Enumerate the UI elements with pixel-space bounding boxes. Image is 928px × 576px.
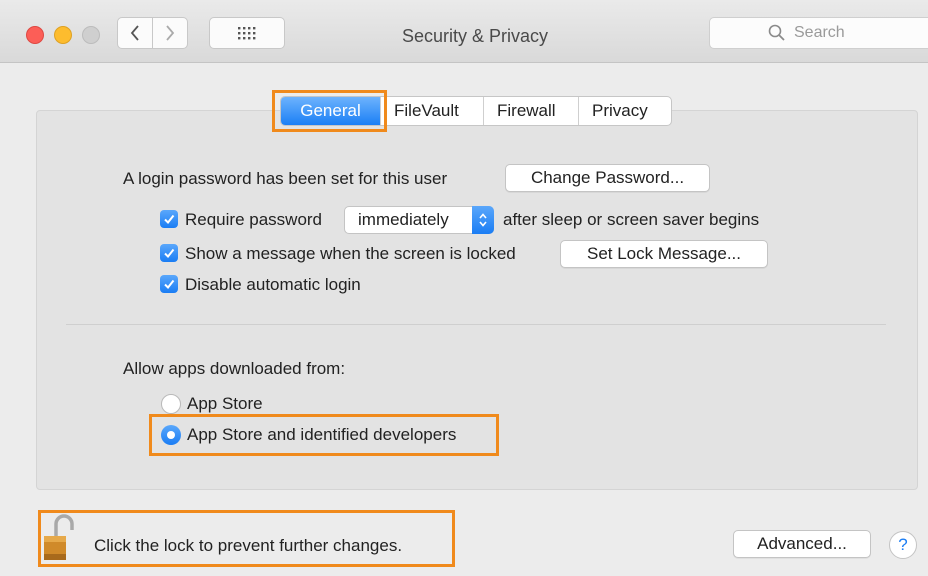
- allow-apps-heading: Allow apps downloaded from:: [123, 359, 346, 378]
- disable-auto-login-label: Disable automatic login: [185, 275, 361, 294]
- lock-highlight: [38, 510, 455, 567]
- general-tab-highlight: [272, 90, 387, 132]
- search-placeholder: Search: [794, 24, 845, 41]
- identified-developers-highlight: [149, 414, 499, 456]
- help-button[interactable]: ?: [889, 531, 917, 559]
- set-lock-message-button[interactable]: Set Lock Message...: [560, 240, 768, 268]
- grid-icon: [238, 27, 256, 40]
- window-title: Security & Privacy: [401, 26, 549, 46]
- show-message-checkbox[interactable]: [160, 244, 178, 262]
- tab-privacy[interactable]: Privacy: [578, 97, 671, 125]
- app-store-label: App Store: [187, 394, 263, 413]
- search-icon: [768, 24, 785, 41]
- zoom-window-button[interactable]: [82, 26, 100, 44]
- require-password-checkbox[interactable]: [160, 210, 178, 228]
- login-password-label: A login password has been set for this u…: [123, 169, 448, 188]
- tab-firewall[interactable]: Firewall: [483, 97, 578, 125]
- forward-button[interactable]: [152, 17, 188, 49]
- show-message-label: Show a message when the screen is locked: [185, 244, 516, 263]
- show-all-button[interactable]: [209, 17, 285, 49]
- checkmark-icon: [164, 214, 175, 225]
- minimize-window-button[interactable]: [54, 26, 72, 44]
- section-divider: [66, 324, 886, 325]
- require-password-suffix: after sleep or screen saver begins: [503, 210, 760, 229]
- checkmark-icon: [164, 248, 175, 259]
- chevron-right-icon: [166, 25, 175, 41]
- tab-filevault[interactable]: FileVault: [380, 97, 483, 125]
- require-password-select[interactable]: immediately: [344, 206, 494, 234]
- title-bar: Security & Privacy Search: [0, 0, 928, 63]
- disable-auto-login-checkbox[interactable]: [160, 275, 178, 293]
- checkmark-icon: [164, 279, 175, 290]
- advanced-button[interactable]: Advanced...: [733, 530, 871, 558]
- back-button[interactable]: [117, 17, 153, 49]
- close-window-button[interactable]: [26, 26, 44, 44]
- chevron-left-icon: [130, 25, 139, 41]
- require-password-label: Require password: [185, 210, 323, 229]
- require-password-value: immediately: [358, 210, 449, 229]
- app-store-radio[interactable]: [161, 394, 181, 414]
- stepper-arrows-icon: [472, 206, 494, 234]
- search-field[interactable]: Search: [709, 17, 928, 49]
- change-password-button[interactable]: Change Password...: [505, 164, 710, 192]
